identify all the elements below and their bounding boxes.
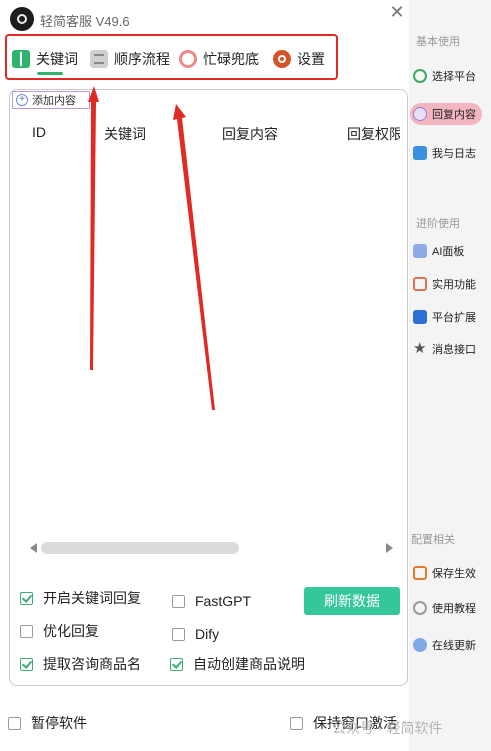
option-label: 优化回复: [43, 623, 99, 639]
sidebar-item-utilities[interactable]: 实用功能: [413, 276, 476, 292]
option-label: 暂停软件: [31, 715, 87, 731]
id-card-icon: [413, 146, 427, 160]
column-header-keyword[interactable]: 关键词: [104, 124, 146, 144]
sidebar-item-me-and-logs[interactable]: 我与日志: [413, 145, 476, 161]
sidebar-item-label: 消息接口: [432, 344, 476, 356]
option-label: 自动创建商品说明: [193, 656, 305, 672]
add-content-button[interactable]: + 添加内容: [12, 91, 90, 109]
section-title-advanced: 进阶使用: [416, 218, 460, 230]
checkbox[interactable]: [20, 591, 33, 605]
active-tab-indicator: [37, 72, 63, 75]
checkbox[interactable]: [8, 716, 21, 730]
checkbox[interactable]: [172, 627, 185, 641]
ai-icon: [413, 244, 427, 258]
option-label: Dify: [195, 626, 220, 642]
section-title-config: 配置相关: [411, 534, 455, 546]
tools-icon: [413, 277, 427, 291]
sidebar-item-reply-content[interactable]: 回复内容: [410, 103, 482, 125]
option-optimize-reply[interactable]: 优化回复: [20, 622, 99, 640]
sidebar-item-label: 选择平台: [432, 71, 476, 83]
sidebar-item-label: 在线更新: [432, 640, 476, 652]
sidebar-item-label: 实用功能: [432, 279, 476, 291]
app-title: 轻简客服 V49.6: [40, 14, 130, 29]
sidebar-item-message-api[interactable]: ★ 消息接口: [413, 341, 476, 357]
tab-keywords[interactable]: 关键词: [12, 44, 78, 74]
sidebar-item-save-apply[interactable]: 保存生效: [413, 565, 476, 581]
close-button[interactable]: ✕: [388, 3, 406, 21]
sidebar-item-label: 使用教程: [432, 603, 476, 615]
tab-label: 忙碌兜底: [203, 51, 259, 67]
tab-busy-fallback[interactable]: 忙碌兜底: [179, 44, 259, 74]
option-dify[interactable]: Dify: [172, 625, 219, 643]
book-icon: [12, 50, 30, 68]
sidebar-item-label: AI面板: [432, 246, 465, 258]
option-enable-keyword-reply[interactable]: 开启关键词回复: [20, 589, 141, 607]
option-extract-product-name[interactable]: 提取咨询商品名: [20, 655, 141, 673]
scroll-right-arrow[interactable]: [386, 543, 393, 553]
option-fastgpt[interactable]: FastGPT: [172, 592, 251, 610]
checkbox[interactable]: [20, 624, 33, 638]
clover-icon: [179, 50, 197, 68]
add-content-label: 添加内容: [32, 95, 76, 107]
keyword-table[interactable]: ID 关键词 回复内容 回复权限: [30, 118, 400, 538]
list-icon: [90, 50, 108, 68]
plus-icon: +: [16, 94, 28, 106]
column-header-permission[interactable]: 回复权限: [347, 124, 400, 144]
tab-sequence-flow[interactable]: 顺序流程: [90, 44, 170, 74]
column-header-reply[interactable]: 回复内容: [222, 124, 278, 144]
column-header-id[interactable]: ID: [32, 124, 46, 140]
checkbox[interactable]: [290, 716, 303, 730]
globe-icon: [413, 601, 427, 615]
checkbox[interactable]: [20, 657, 33, 671]
update-icon: [413, 638, 427, 652]
option-label: FastGPT: [195, 593, 252, 609]
extend-icon: [413, 310, 427, 324]
option-label: 开启关键词回复: [43, 590, 141, 606]
chat-icon: [413, 107, 427, 121]
sidebar-item-label: 回复内容: [432, 109, 476, 121]
sidebar-item-ai-panel[interactable]: AI面板: [413, 243, 464, 259]
option-auto-create-description[interactable]: 自动创建商品说明: [170, 655, 305, 673]
star-icon: ★: [413, 340, 427, 357]
sidebar-item-label: 平台扩展: [432, 312, 476, 324]
gear-icon: [273, 50, 291, 68]
checkbox[interactable]: [172, 594, 185, 608]
app-logo: [10, 7, 34, 31]
tab-label: 顺序流程: [114, 51, 170, 67]
sidebar-item-online-update[interactable]: 在线更新: [413, 637, 476, 653]
watermark: 公众号 · 轻简软件: [332, 720, 443, 736]
tab-label: 关键词: [36, 51, 78, 67]
scroll-left-arrow[interactable]: [30, 543, 37, 553]
sidebar-item-select-platform[interactable]: 选择平台: [413, 68, 476, 84]
option-label: 提取咨询商品名: [43, 656, 141, 672]
tab-settings[interactable]: 设置: [273, 44, 325, 74]
horizontal-scrollbar-thumb[interactable]: [41, 542, 239, 554]
leaf-icon: [413, 69, 427, 83]
section-title-basic: 基本使用: [416, 36, 460, 48]
checkbox[interactable]: [170, 657, 183, 671]
refresh-data-button[interactable]: 刷新数据: [304, 587, 400, 615]
sidebar-item-tutorial[interactable]: 使用教程: [413, 600, 476, 616]
sidebar-item-label: 我与日志: [432, 148, 476, 160]
sidebar-item-label: 保存生效: [432, 568, 476, 580]
tab-label: 设置: [297, 51, 325, 67]
edit-icon: [413, 566, 427, 580]
pause-software-option[interactable]: 暂停软件: [8, 714, 87, 732]
sidebar-item-platform-extension[interactable]: 平台扩展: [413, 309, 476, 325]
